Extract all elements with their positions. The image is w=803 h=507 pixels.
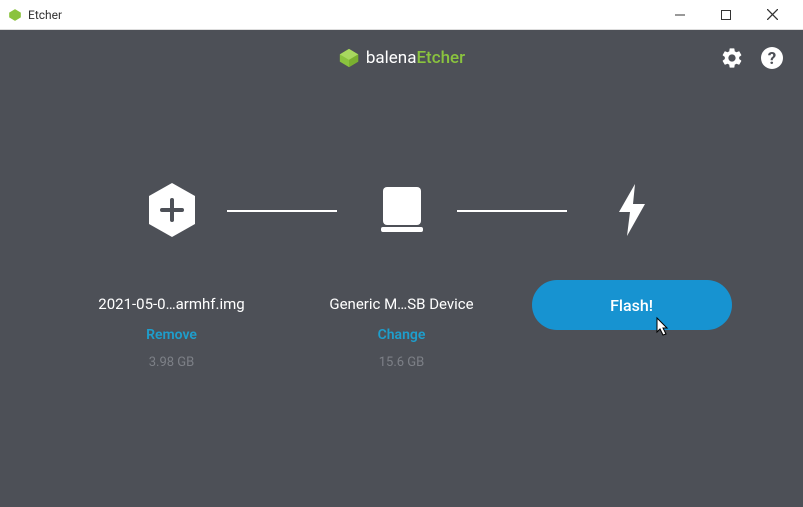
image-size: 3.98 GB — [149, 355, 195, 370]
change-drive-link[interactable]: Change — [378, 327, 426, 343]
gear-icon — [720, 46, 744, 70]
settings-button[interactable] — [719, 45, 745, 71]
window-title: Etcher — [28, 8, 657, 22]
app-body: balenaEtcher ? 2021-05-0…armhf.img Remov… — [0, 30, 803, 507]
window-titlebar: Etcher — [0, 0, 803, 30]
help-button[interactable]: ? — [759, 45, 785, 71]
minimize-button[interactable] — [657, 0, 703, 30]
image-filename: 2021-05-0…armhf.img — [98, 295, 244, 313]
flash-icon — [615, 184, 649, 236]
app-icon — [8, 8, 22, 22]
drive-icon — [379, 185, 425, 235]
steps-container: 2021-05-0…armhf.img Remove 3.98 GB Gener… — [0, 85, 803, 370]
drive-name: Generic M…SB Device — [329, 295, 473, 313]
window-controls — [657, 0, 795, 30]
step-image: 2021-05-0…armhf.img Remove 3.98 GB — [57, 180, 287, 370]
logo-icon — [338, 47, 360, 69]
plus-hex-icon — [147, 182, 197, 238]
maximize-button[interactable] — [703, 0, 749, 30]
logo-text: balenaEtcher — [366, 48, 465, 68]
step-drive: Generic M…SB Device Change 15.6 GB — [287, 180, 517, 370]
logo: balenaEtcher — [338, 47, 465, 69]
header: balenaEtcher ? — [0, 30, 803, 85]
flash-button[interactable]: Flash! — [532, 280, 732, 330]
help-icon: ? — [760, 46, 784, 70]
close-button[interactable] — [749, 0, 795, 30]
remove-image-link[interactable]: Remove — [146, 327, 197, 343]
svg-text:?: ? — [768, 49, 776, 69]
step-flash: Flash! — [517, 180, 747, 330]
drive-size: 15.6 GB — [379, 355, 425, 370]
